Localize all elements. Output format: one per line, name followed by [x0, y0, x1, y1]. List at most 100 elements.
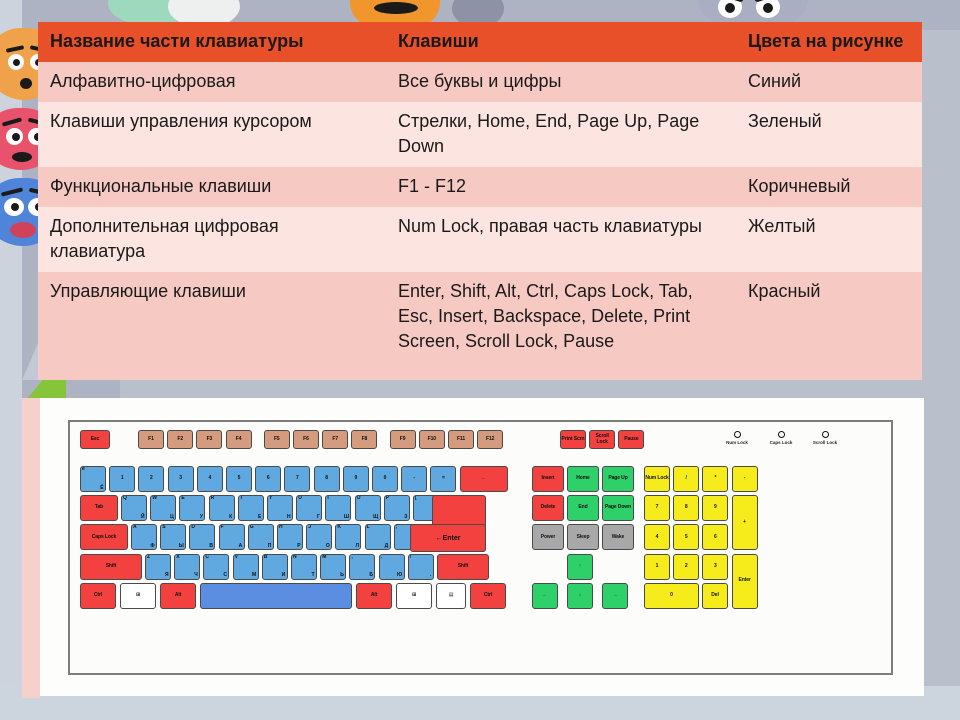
key-num-1[interactable]: 1	[109, 466, 136, 492]
key-delete[interactable]: Delete	[532, 495, 564, 522]
key-home[interactable]: Home	[567, 466, 599, 492]
key-alt-left[interactable]: Alt	[160, 582, 196, 609]
key-space[interactable]	[200, 582, 352, 609]
key-num-9[interactable]: 9	[342, 466, 369, 492]
key-win-left[interactable]: ⊞	[120, 582, 156, 609]
key-numpad-2[interactable]: 2	[673, 553, 700, 580]
key-h-a[interactable]: AФ	[131, 524, 157, 551]
key-num-0[interactable]: 0	[372, 466, 398, 492]
key-num-3[interactable]: 3	[167, 466, 194, 492]
key-num-5[interactable]: 5	[226, 466, 252, 492]
key-s-z[interactable]: ZЯ	[145, 553, 171, 580]
key-s[interactable]: .Ю	[378, 553, 405, 580]
key-end[interactable]: End	[567, 495, 599, 522]
key-f10[interactable]: F10	[418, 430, 445, 449]
key-h-j[interactable]: JО	[306, 524, 333, 551]
key-sleep[interactable]: Sleep	[567, 524, 599, 551]
key-pause[interactable]: Pause	[618, 430, 645, 449]
key-f2[interactable]: F2	[167, 430, 194, 449]
key-tab[interactable]: Tab	[80, 495, 118, 522]
key-f5[interactable]: F5	[263, 430, 290, 449]
key-num[interactable]: =	[430, 466, 457, 492]
key-q-p[interactable]: PЗ	[383, 495, 410, 522]
key-num[interactable]: -	[401, 466, 428, 492]
key-numpad-minus[interactable]: -	[731, 466, 758, 492]
key-q-w[interactable]: WЦ	[150, 495, 177, 522]
key-q-o[interactable]: OЩ	[354, 495, 381, 522]
key-shift-left[interactable]: Shift	[80, 553, 142, 580]
key-wake[interactable]: Wake	[602, 524, 634, 551]
key-h-d[interactable]: DВ	[189, 524, 216, 551]
key-numpad-0[interactable]: 0	[644, 582, 699, 609]
key-print-scrn[interactable]: Print Scrn	[560, 430, 586, 449]
key-ctrl-left[interactable]: Ctrl	[80, 582, 116, 609]
key-s-c[interactable]: CС	[203, 553, 230, 580]
key-esc[interactable]: Esc	[80, 430, 110, 449]
key-backspace[interactable]: ←	[459, 466, 508, 492]
key-q-e[interactable]: EУ	[179, 495, 206, 522]
key-num[interactable]: ёЁ	[80, 466, 106, 492]
key-f12[interactable]: F12	[477, 430, 504, 449]
key-arrow-left[interactable]: ←	[532, 582, 558, 609]
key-q-y[interactable]: YН	[267, 495, 293, 522]
key-f3[interactable]: F3	[196, 430, 223, 449]
key-f1[interactable]: F1	[138, 430, 164, 449]
key-numpad-enter[interactable]: Enter	[731, 553, 758, 609]
key-numpad-9[interactable]: 9	[702, 495, 729, 522]
key-power[interactable]: Power	[532, 524, 564, 551]
key-arrow-down[interactable]: ↓	[567, 582, 593, 609]
key-shift-right[interactable]: Shift	[437, 553, 489, 580]
key-page-up[interactable]: Page Up	[602, 466, 634, 492]
key-numpad-multiply[interactable]: *	[702, 466, 729, 492]
key-q-q[interactable]: QЙ	[121, 495, 147, 522]
key-s[interactable]: ,Б	[349, 553, 376, 580]
key-q-i[interactable]: IШ	[325, 495, 352, 522]
key-numpad-1[interactable]: 1	[644, 553, 670, 580]
key-num-lock[interactable]: Num Lock	[644, 466, 670, 492]
key-numpad-del[interactable]: Del	[702, 582, 728, 609]
key-menu[interactable]: ▤	[436, 582, 466, 609]
key-num-2[interactable]: 2	[138, 466, 165, 492]
key-numpad-plus[interactable]: +	[731, 495, 758, 551]
key-numpad-6[interactable]: 6	[702, 524, 729, 551]
key-numpad-4[interactable]: 4	[644, 524, 670, 551]
key-numpad-3[interactable]: 3	[702, 553, 729, 580]
key-s-n[interactable]: NТ	[291, 553, 317, 580]
key-numpad-8[interactable]: 8	[673, 495, 700, 522]
key-f8[interactable]: F8	[351, 430, 378, 449]
key-f4[interactable]: F4	[225, 430, 252, 449]
key-f11[interactable]: F11	[448, 430, 474, 449]
key-h-s[interactable]: SЫ	[160, 524, 187, 551]
key-alt-right[interactable]: Alt	[356, 582, 392, 609]
key-h-l[interactable]: LД	[364, 524, 391, 551]
key-enter[interactable]: ←Enter	[410, 524, 486, 553]
key-s-m[interactable]: MЬ	[320, 553, 347, 580]
key-q-u[interactable]: UГ	[296, 495, 323, 522]
key-f7[interactable]: F7	[322, 430, 349, 449]
key-caps-lock[interactable]: Caps Lock	[80, 524, 128, 551]
key-q-t[interactable]: TЕ	[237, 495, 264, 522]
key-h-f[interactable]: FА	[218, 524, 245, 551]
key-h-k[interactable]: KЛ	[335, 524, 362, 551]
key-ctrl-right[interactable]: Ctrl	[470, 582, 506, 609]
key-arrow-right[interactable]: →	[602, 582, 628, 609]
key-scroll-lock[interactable]: Scroll Lock	[589, 430, 616, 449]
key-f9[interactable]: F9	[389, 430, 416, 449]
key-page-down[interactable]: Page Down	[602, 495, 634, 522]
key-win-right[interactable]: ⊞	[396, 582, 432, 609]
key-num-7[interactable]: 7	[284, 466, 311, 492]
key-arrow-up[interactable]: ↑	[567, 553, 593, 580]
key-numpad-5[interactable]: 5	[673, 524, 700, 551]
key-s-v[interactable]: VМ	[232, 553, 259, 580]
key-f6[interactable]: F6	[293, 430, 319, 449]
key-s-x[interactable]: XЧ	[174, 553, 201, 580]
key-num-4[interactable]: 4	[196, 466, 223, 492]
key-q-r[interactable]: RК	[208, 495, 235, 522]
key-num-8[interactable]: 8	[313, 466, 340, 492]
key-h-h[interactable]: HР	[277, 524, 303, 551]
key-s[interactable]: /.	[407, 553, 434, 580]
key-insert[interactable]: Insert	[532, 466, 564, 492]
key-num-6[interactable]: 6	[255, 466, 282, 492]
key-numpad-7[interactable]: 7	[644, 495, 670, 522]
key-h-g[interactable]: GП	[247, 524, 274, 551]
